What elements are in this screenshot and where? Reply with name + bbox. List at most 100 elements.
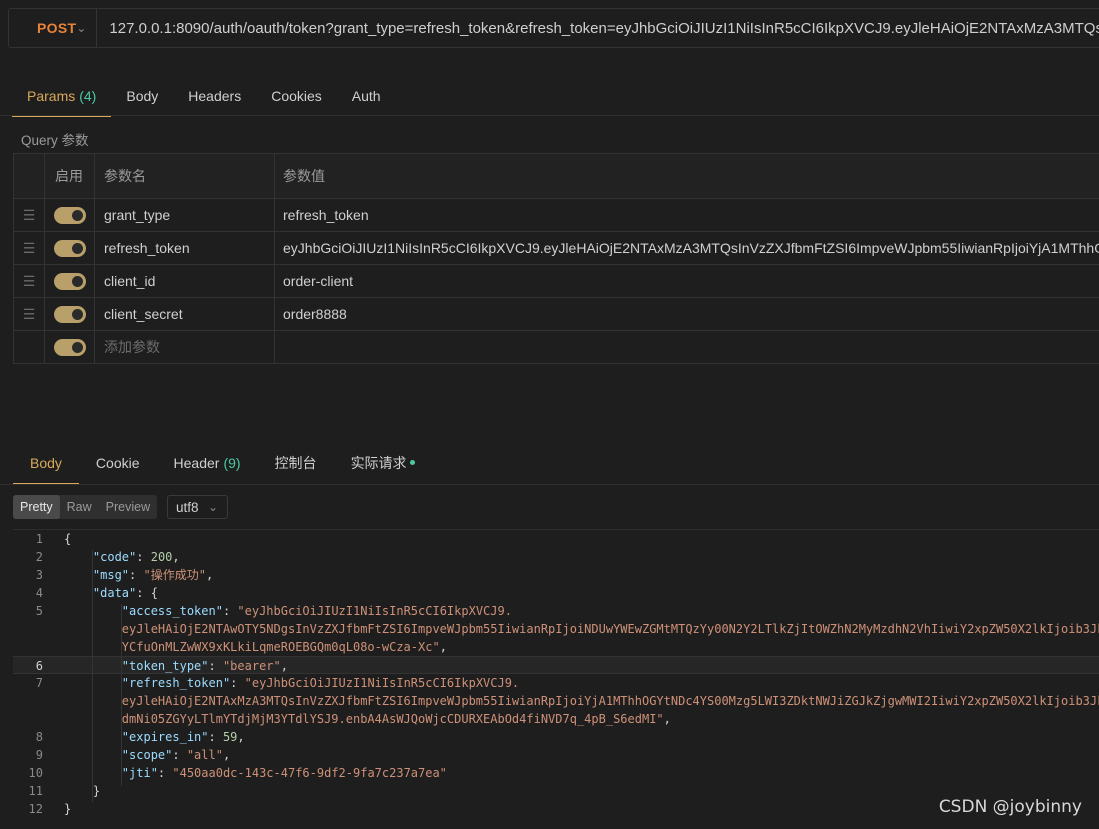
line-number: 3 xyxy=(35,568,43,582)
line-number: 11 xyxy=(28,784,43,798)
tab-headers[interactable]: Headers xyxy=(173,76,256,116)
line-number: 1 xyxy=(35,532,43,546)
code-line: 9 "scope": "all", xyxy=(13,746,1099,764)
json-value: "all" xyxy=(186,748,223,762)
param-name[interactable]: grant_type xyxy=(95,199,275,231)
param-name[interactable]: refresh_token xyxy=(95,232,275,264)
tab-response-body[interactable]: Body xyxy=(13,441,79,485)
add-param-input[interactable]: 添加参数 xyxy=(95,331,275,363)
preview-button[interactable]: Preview xyxy=(99,495,157,519)
enable-toggle[interactable] xyxy=(53,206,86,224)
request-tabs: Params (4) Body Headers Cookies Auth xyxy=(0,76,396,117)
enable-toggle[interactable] xyxy=(53,272,86,290)
tab-console[interactable]: 控制台 xyxy=(258,441,334,484)
enable-toggle[interactable] xyxy=(53,239,86,257)
params-table: 启用 参数名 参数值 ☰ grant_type refresh_token ☰ … xyxy=(13,153,1099,364)
status-dot-icon xyxy=(409,460,415,465)
tab-label: Params xyxy=(27,88,76,104)
pretty-button[interactable]: Pretty xyxy=(13,495,60,519)
enable-toggle[interactable] xyxy=(53,305,86,323)
query-section-title: Query 参数 xyxy=(21,133,89,148)
indent-guide xyxy=(121,604,122,786)
drag-handle-icon[interactable]: ☰ xyxy=(14,265,45,297)
param-name[interactable]: client_id xyxy=(95,265,275,297)
code-text: } xyxy=(92,784,101,798)
json-key: "code" xyxy=(92,550,137,564)
divider xyxy=(0,115,1099,116)
param-value[interactable]: order-client xyxy=(275,265,1099,297)
tab-response-cookie[interactable]: Cookie xyxy=(79,441,157,484)
divider xyxy=(0,484,1099,485)
tab-params[interactable]: Params (4) xyxy=(12,76,112,117)
json-key: "msg" xyxy=(92,568,130,582)
code-line: eyJleHAiOjE2NTAxMzA3MTQsInVzZXJfbmFtZSI6… xyxy=(13,692,1099,710)
json-key: "refresh_token" xyxy=(121,676,231,690)
json-key: "scope" xyxy=(121,748,173,762)
url-input[interactable]: 127.0.0.1:8090/auth/oauth/token?grant_ty… xyxy=(97,20,1099,37)
code-line: 10 "jti": "450aa0dc-143c-47f6-9df2-9fa7c… xyxy=(13,764,1099,782)
json-value: "450aa0dc-143c-47f6-9df2-9fa7c237a7ea" xyxy=(172,766,447,780)
code-line: dmNi05ZGYyLTlmYTdjMjM3YTdlYSJ9.enbA4AsWJ… xyxy=(121,712,671,726)
response-tabs: Body Cookie Header (9) 控制台 实际请求 xyxy=(0,441,432,485)
drag-handle-icon[interactable]: ☰ xyxy=(14,199,45,231)
json-key: "jti" xyxy=(121,766,158,780)
view-mode-group: Pretty Raw Preview xyxy=(13,495,158,519)
response-body-editor[interactable]: 1{ 2 "code": 200, 3 "msg": "操作成功", 4 "da… xyxy=(13,529,1099,829)
add-param-value[interactable] xyxy=(275,331,1099,363)
json-value: dmNi05ZGYyLTlmYTdjMjM3YTdlYSJ9.enbA4AsWJ… xyxy=(121,712,664,726)
param-name[interactable]: client_secret xyxy=(95,298,275,330)
watermark: CSDN @joybinny xyxy=(938,797,1082,817)
json-value: eyJleHAiOjE2NTAxMzA3MTQsInVzZXJfbmFtZSI6… xyxy=(121,694,1099,708)
table-header: 启用 参数名 参数值 xyxy=(14,154,1099,199)
table-row: ☰ client_id order-client xyxy=(14,265,1099,298)
drag-handle-icon[interactable]: ☰ xyxy=(14,232,45,264)
encoding-select[interactable]: utf8 ⌄ xyxy=(167,495,228,519)
code-line: eyJleHAiOjE2NTAwOTY5NDgsInVzZXJfbmFtZSI6… xyxy=(13,620,1099,638)
tab-count: (4) xyxy=(79,88,97,104)
drag-cell xyxy=(14,331,45,363)
line-number: 8 xyxy=(35,730,43,744)
json-value: YCfuOnMLZwWX9xKLkiLqmeROEBGQm0qL08o-wCza… xyxy=(121,640,440,654)
param-value[interactable]: eyJhbGciOiJIUzI1NiIsInR5cCI6IkpXVCJ9.eyJ… xyxy=(275,232,1099,264)
table-row: ☰ client_secret order8888 xyxy=(14,298,1099,331)
tab-actual-request[interactable]: 实际请求 xyxy=(334,441,432,484)
json-key: "data" xyxy=(92,586,137,600)
chevron-down-icon: ⌄ xyxy=(207,500,218,514)
tab-label: 控制台 xyxy=(274,454,317,471)
tab-label: Cookie xyxy=(95,454,140,471)
tab-response-header[interactable]: Header (9) xyxy=(157,441,258,484)
drag-handle-icon[interactable]: ☰ xyxy=(14,298,45,330)
json-key: "access_token" xyxy=(121,604,223,618)
indent-guide xyxy=(92,550,93,802)
tab-label: Headers xyxy=(188,88,242,104)
code-line-current: 6 "token_type": "bearer", xyxy=(13,656,1099,674)
tab-body[interactable]: Body xyxy=(111,76,173,116)
line-number: 4 xyxy=(35,586,43,600)
param-value[interactable]: refresh_token xyxy=(275,199,1099,231)
tab-label: Body xyxy=(126,88,159,104)
json-value: "eyJhbGciOiJIUzI1NiIsInR5cCI6IkpXVCJ9. xyxy=(244,676,520,690)
json-key: "expires_in" xyxy=(121,730,209,744)
enable-toggle[interactable] xyxy=(53,338,86,356)
json-value: 59 xyxy=(222,730,238,744)
table-row: ☰ refresh_token eyJhbGciOiJIUzI1NiIsInR5… xyxy=(14,232,1099,265)
line-number: 9 xyxy=(35,748,43,762)
json-value: "bearer" xyxy=(222,659,281,673)
tab-auth[interactable]: Auth xyxy=(337,76,396,116)
line-number: 2 xyxy=(35,550,43,564)
code-text: { xyxy=(64,532,72,546)
json-value: 200 xyxy=(150,550,173,564)
header-name: 参数名 xyxy=(95,154,275,198)
code-line: 5 "access_token": "eyJhbGciOiJIUzI1NiIsI… xyxy=(13,602,1099,620)
json-key: "token_type" xyxy=(121,659,209,673)
tab-label: Auth xyxy=(351,88,381,104)
url-bar: POST ⌄ 127.0.0.1:8090/auth/oauth/token?g… xyxy=(8,8,1099,48)
tab-cookies[interactable]: Cookies xyxy=(256,76,337,116)
line-number: 12 xyxy=(28,802,43,816)
json-value: eyJleHAiOjE2NTAwOTY5NDgsInVzZXJfbmFtZSI6… xyxy=(121,622,1099,636)
param-value[interactable]: order8888 xyxy=(275,298,1099,330)
raw-button[interactable]: Raw xyxy=(60,495,99,519)
chevron-down-icon: ⌄ xyxy=(76,21,87,35)
method-select[interactable]: POST ⌄ xyxy=(9,9,98,47)
code-line: 12} xyxy=(13,800,1099,818)
